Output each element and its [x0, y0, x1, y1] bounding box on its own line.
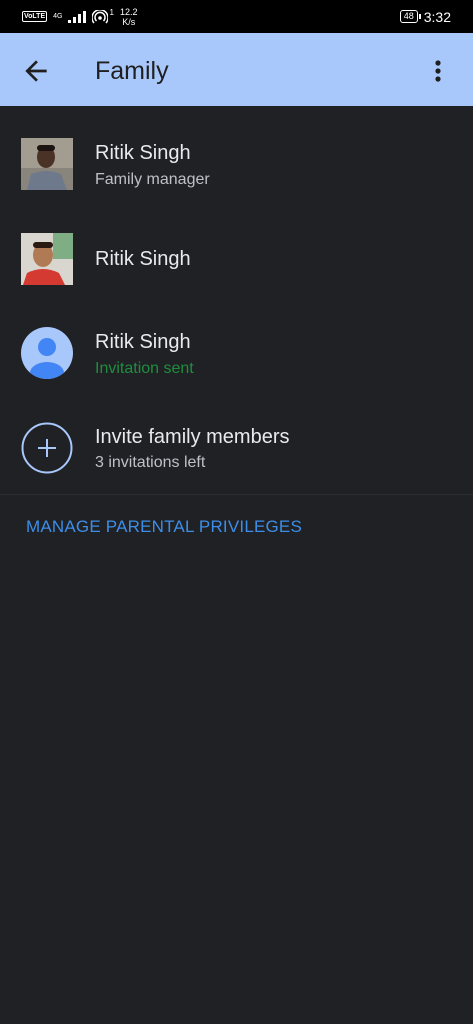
family-member-item[interactable]: Ritik Singh: [0, 220, 473, 298]
family-member-item[interactable]: Ritik Singh Invitation sent: [0, 315, 473, 393]
add-button-circle: [21, 422, 73, 474]
signal-icon: [68, 10, 87, 23]
network-type: 4G: [53, 13, 63, 20]
person-icon: [30, 338, 64, 379]
network-indicator: 4G: [53, 13, 62, 20]
volte-badge: VoLTE: [22, 11, 48, 22]
manage-parental-privileges-link[interactable]: MANAGE PARENTAL PRIVILEGES: [26, 517, 302, 537]
invitations-left: 3 invitations left: [95, 454, 206, 471]
avatar: [21, 138, 73, 190]
status-right: 48 3:32: [399, 8, 451, 25]
hotspot-count: 1: [109, 8, 114, 17]
battery-icon: 48: [399, 10, 421, 23]
app-bar: Family: [0, 33, 473, 106]
avatar: [21, 327, 73, 379]
member-role: Family manager: [95, 171, 210, 188]
network-speed: 12.2 K/s: [120, 7, 138, 27]
member-name: Ritik Singh: [95, 142, 191, 164]
speed-value: 12.2: [119, 6, 138, 17]
family-member-item[interactable]: Ritik Singh Family manager: [0, 125, 473, 203]
add-icon: [21, 422, 73, 474]
member-photo-icon: [21, 233, 73, 285]
hotspot-icon: [92, 9, 109, 23]
invite-family-members-item[interactable]: Invite family members 3 invitations left: [0, 410, 473, 488]
member-photo-icon: [21, 138, 73, 190]
more-vert-icon: [435, 60, 441, 82]
member-name: Ritik Singh: [95, 331, 191, 353]
clock: 3:32: [423, 8, 451, 25]
invite-label: Invite family members: [95, 426, 290, 448]
more-options-button[interactable]: [424, 55, 452, 87]
status-bar: VoLTE 4G 1 12.2 K/s 48 3:32: [0, 0, 473, 33]
speed-unit: K/s: [122, 16, 136, 27]
status-left: VoLTE 4G 1 12.2 K/s: [22, 7, 137, 27]
arrow-back-icon: [25, 60, 47, 82]
divider: [0, 494, 473, 495]
page-title: Family: [95, 57, 169, 85]
back-button[interactable]: [20, 55, 52, 87]
invitation-status: Invitation sent: [95, 360, 194, 377]
member-name: Ritik Singh: [95, 248, 191, 270]
avatar: [21, 233, 73, 285]
